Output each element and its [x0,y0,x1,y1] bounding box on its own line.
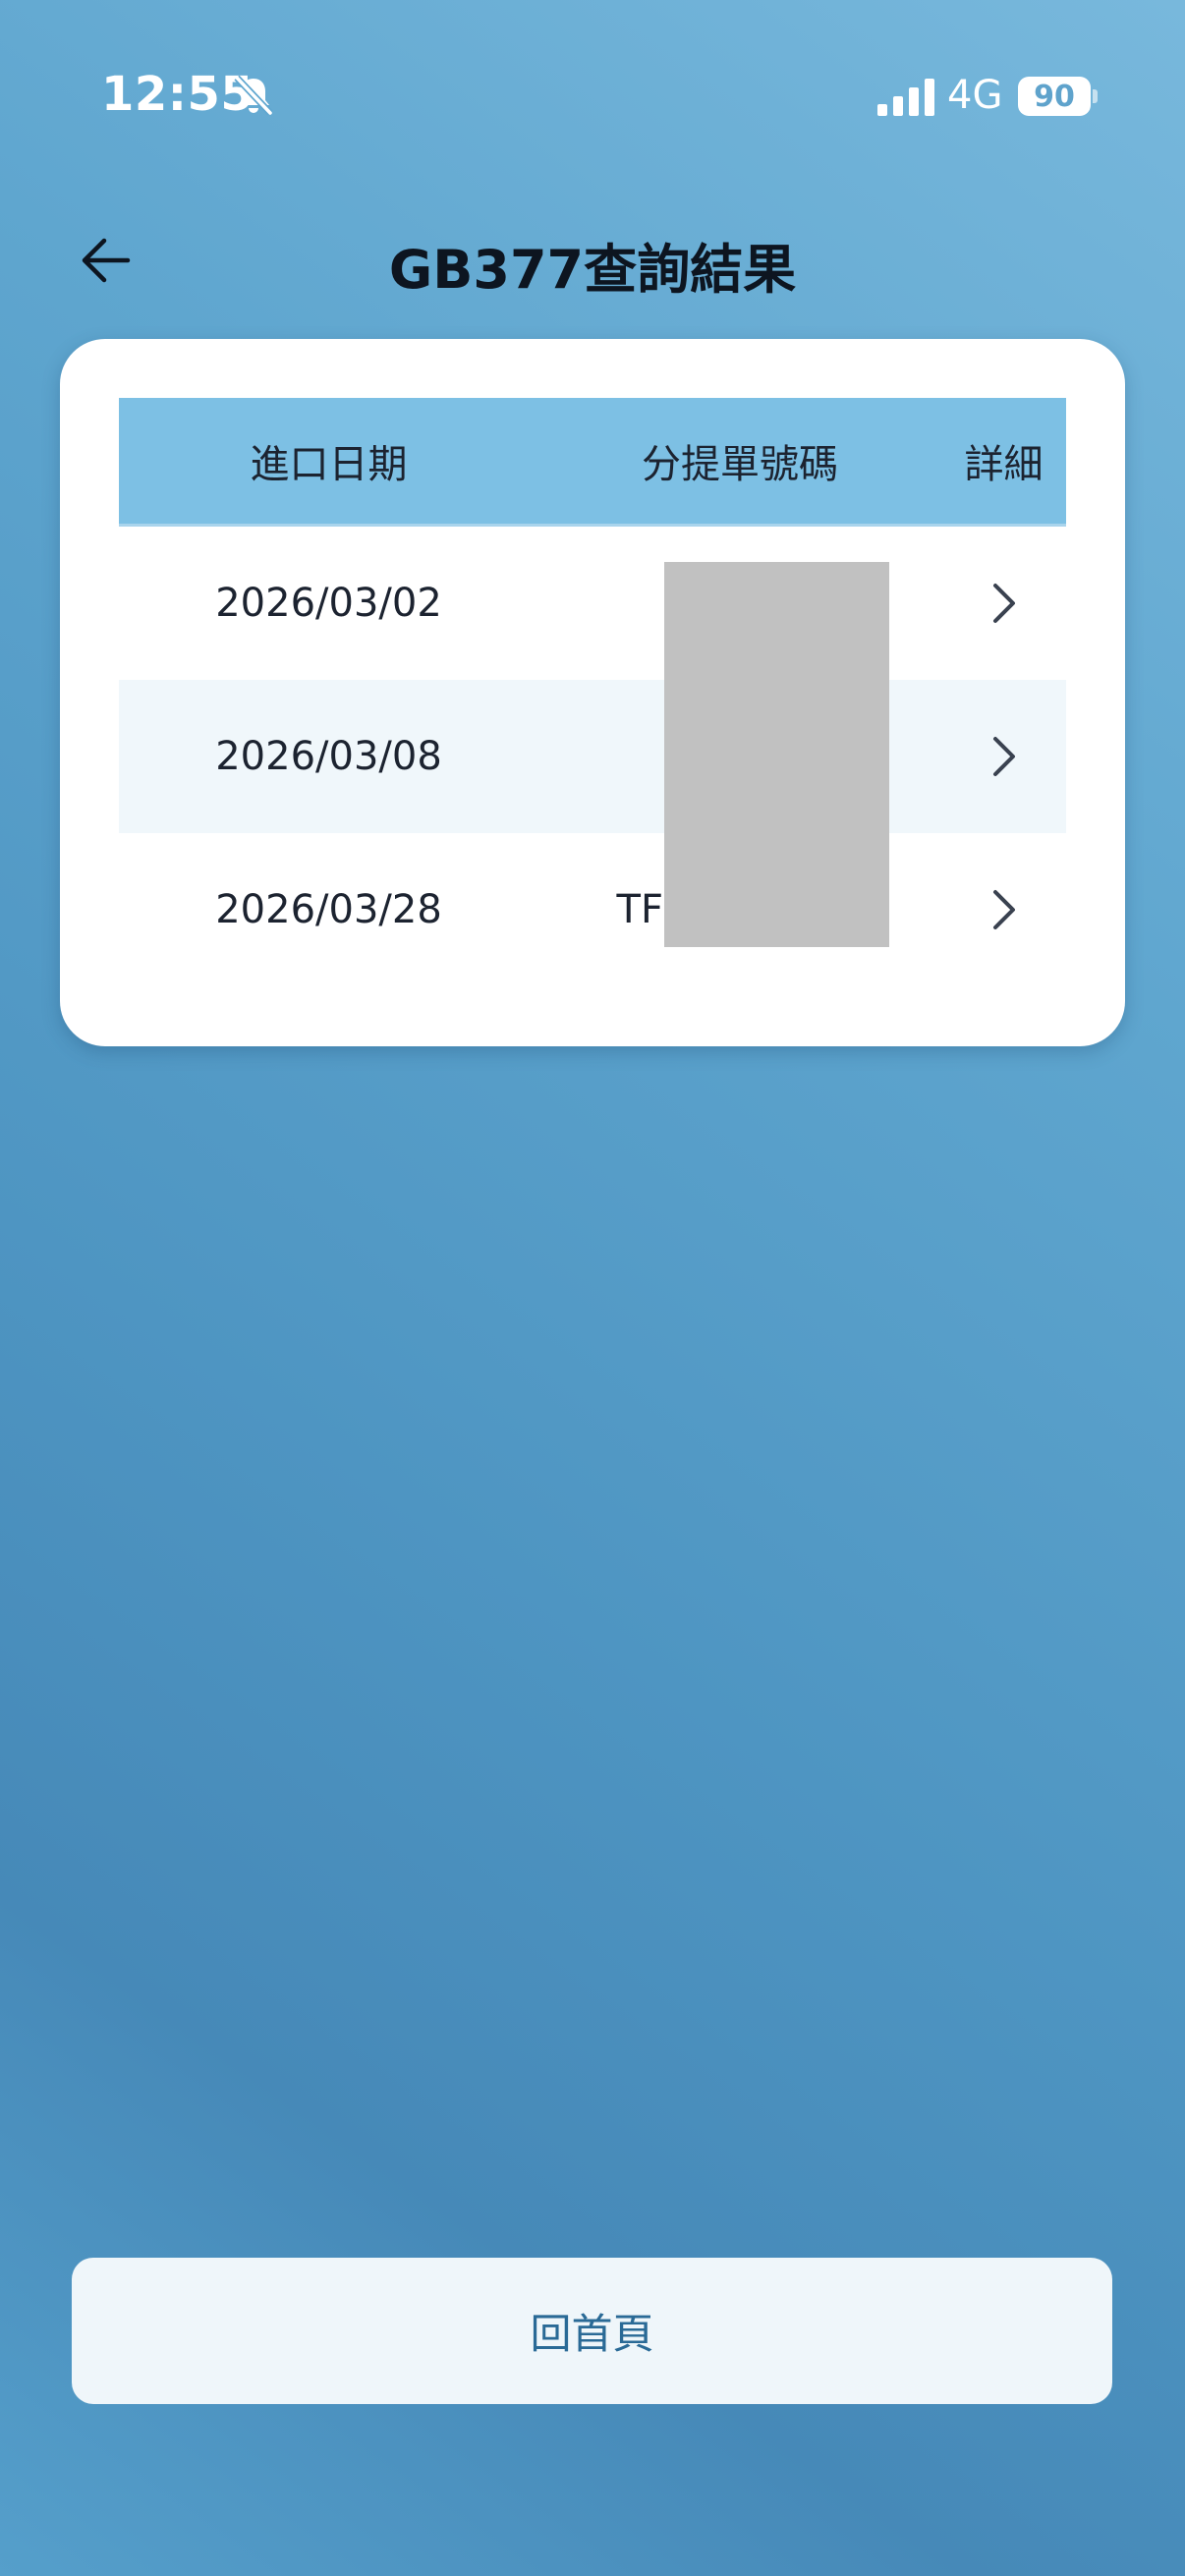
row-date: 2026/03/08 [215,734,442,779]
row-detail-button[interactable] [941,582,1066,625]
battery-level: 90 [1034,79,1075,114]
page-title: GB377查詢結果 [388,239,797,301]
status-bar: 12:55 4G 90 [0,0,1185,196]
results-card: 進口日期 分提單號碼 詳細 2026/03/02 650 2026/03/08 … [60,339,1125,1046]
battery-tip [1093,89,1098,103]
battery-icon: 90 [1018,77,1091,116]
results-table: 進口日期 分提單號碼 詳細 2026/03/02 650 2026/03/08 … [119,398,1066,986]
row-detail-button[interactable] [941,888,1066,931]
table-row[interactable]: 2026/03/28 TF17 9 [119,833,1066,986]
chevron-right-icon [992,890,1015,929]
column-header-date: 進口日期 [250,442,408,487]
column-header-detail: 詳細 [964,442,1044,487]
bell-slash-icon [234,75,273,116]
table-row[interactable]: 2026/03/08 619 [119,680,1066,833]
table-header: 進口日期 分提單號碼 詳細 [119,398,1066,527]
chevron-right-icon [992,737,1015,776]
row-detail-button[interactable] [941,735,1066,778]
chevron-right-icon [992,584,1015,623]
row-date: 2026/03/02 [215,581,442,626]
home-button[interactable]: 回首頁 [72,2258,1112,2404]
header: GB377查詢結果 [0,216,1185,305]
redaction-overlay [664,562,889,947]
table-row[interactable]: 2026/03/02 650 [119,527,1066,680]
column-header-number: 分提單號碼 [642,442,838,487]
row-date: 2026/03/28 [215,887,442,932]
signal-bars-icon [877,79,934,116]
network-type: 4G [947,73,1003,118]
